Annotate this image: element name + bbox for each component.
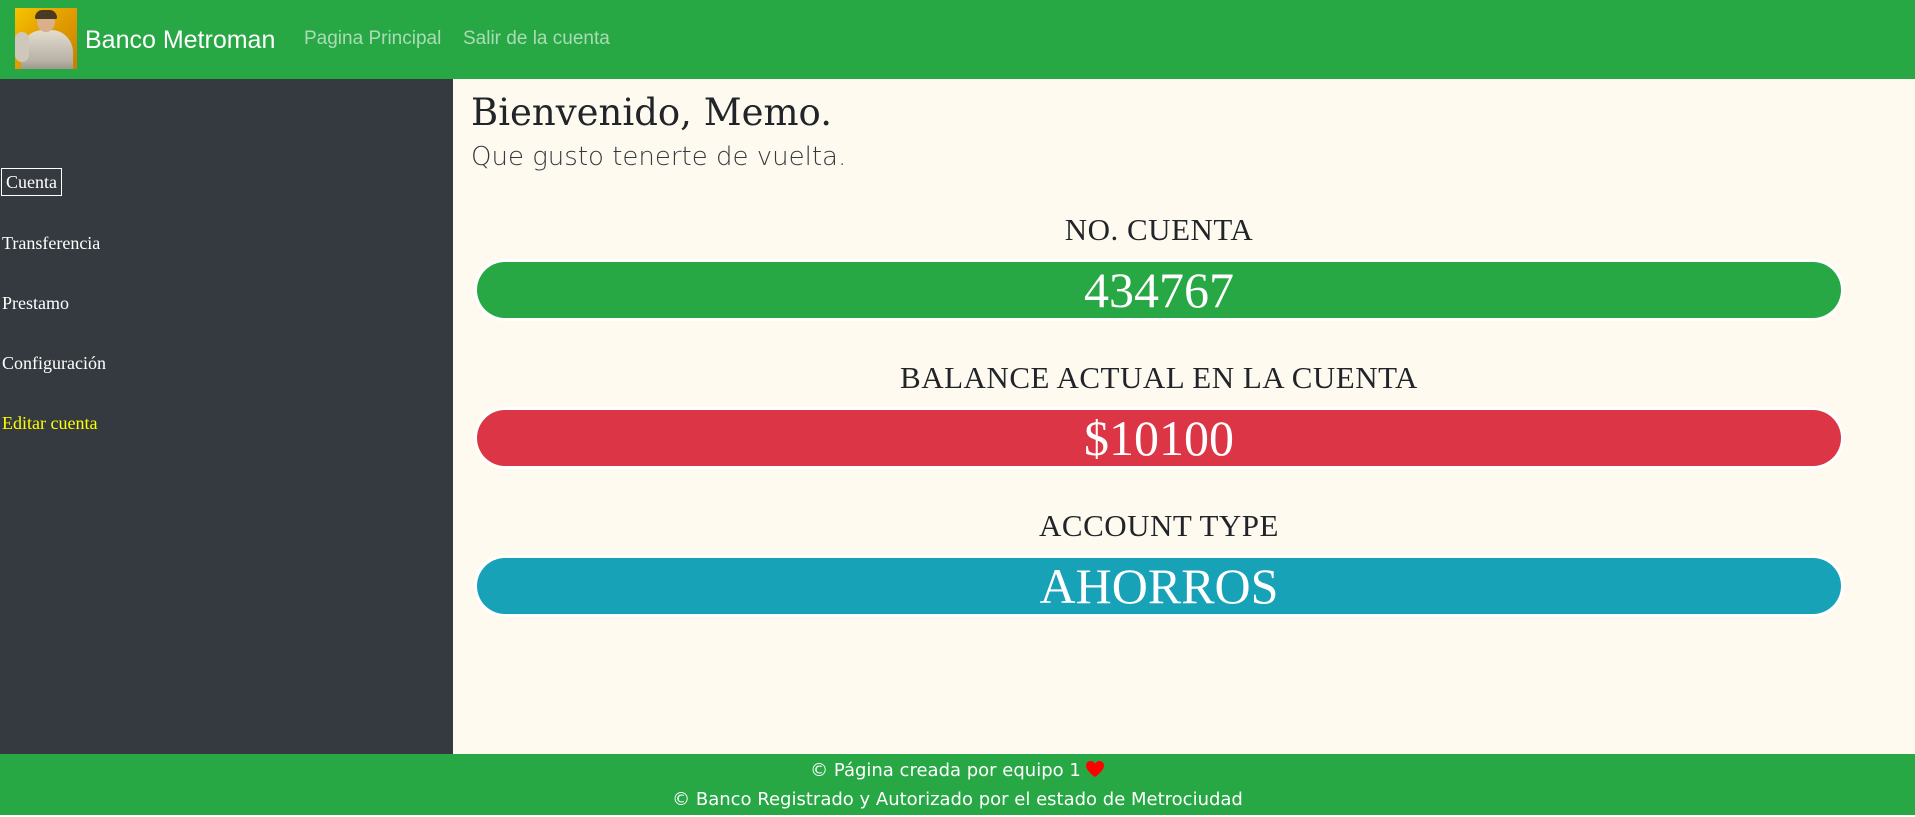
logo-figure-arm (15, 32, 29, 62)
sidebar-item-cuenta[interactable]: Cuenta (1, 168, 62, 196)
page-subtitle: Que gusto tenerte de vuelta. (471, 142, 847, 172)
brand-logo[interactable] (15, 8, 77, 69)
sidebar-item-transferencia[interactable]: Transferencia (2, 232, 100, 254)
account-number-value: 434767 (477, 262, 1841, 318)
account-type-label: ACCOUNT TYPE (1039, 508, 1279, 543)
account-number-label: NO. CUENTA (1064, 212, 1254, 247)
sidebar-item-prestamo[interactable]: Prestamo (2, 292, 69, 314)
footer: © Página creada por equipo 1 © Banco Reg… (0, 754, 1915, 817)
footer-credits: © Página creada por equipo 1 (0, 760, 1915, 784)
footer-credits-text: © Página creada por equipo 1 (810, 760, 1081, 781)
footer-legal: © Banco Registrado y Autorizado por el e… (672, 789, 1243, 810)
balance-label: BALANCE ACTUAL EN LA CUENTA (900, 360, 1418, 395)
balance-value: $10100 (477, 410, 1841, 466)
brand-name[interactable]: Banco Metroman (85, 25, 275, 55)
account-type-value: AHORROS (477, 558, 1841, 614)
sidebar-item-configuracion[interactable]: Configuración (2, 352, 106, 374)
heart-icon (1085, 760, 1105, 784)
top-navbar: Banco Metroman Pagina Principal Salir de… (0, 0, 1915, 79)
sidebar: Cuenta Transferencia Prestamo Configurac… (0, 79, 453, 754)
nav-link-home[interactable]: Pagina Principal (304, 28, 441, 50)
logo-figure-hair (35, 10, 57, 19)
main-content: Bienvenido, Memo. Que gusto tenerte de v… (453, 79, 1915, 754)
sidebar-item-editar-cuenta[interactable]: Editar cuenta (2, 412, 97, 434)
nav-link-logout[interactable]: Salir de la cuenta (463, 28, 610, 50)
page-title: Bienvenido, Memo. (471, 91, 832, 134)
